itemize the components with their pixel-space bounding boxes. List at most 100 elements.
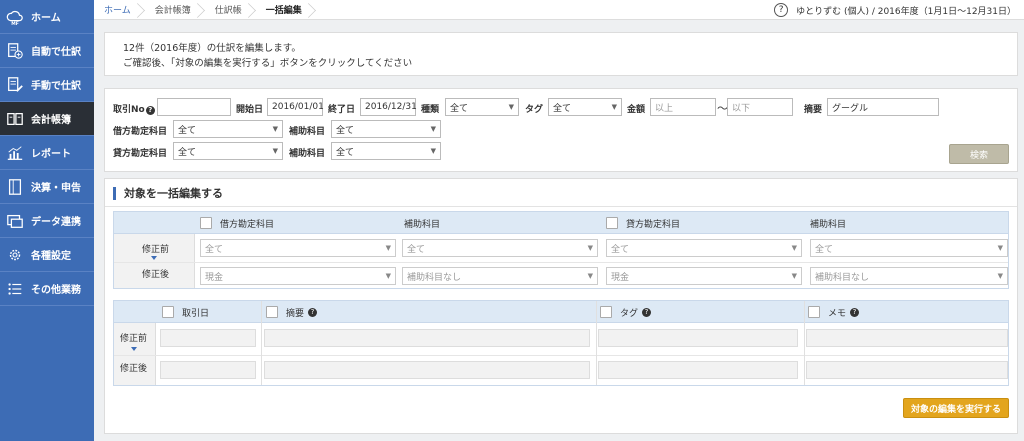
- chevron-down-icon: ▼: [791, 272, 797, 280]
- sidebar-item-ledger[interactable]: 会計帳簿: [0, 102, 94, 136]
- tag-select[interactable]: 全て ▼: [548, 98, 622, 116]
- start-date-input[interactable]: 2016/01/01: [267, 98, 324, 116]
- chevron-down-icon: ▼: [587, 272, 593, 280]
- breadcrumb-current: 一括編集: [256, 0, 316, 20]
- sidebar-item-home[interactable]: MF ホーム: [0, 0, 94, 34]
- chevron-down-icon: ▼: [272, 147, 278, 155]
- sidebar-item-manual-journal[interactable]: 手動で仕訳: [0, 68, 94, 102]
- debit-account-after-select[interactable]: 現金 ▼: [200, 267, 396, 285]
- header-label: 摘要: [286, 308, 305, 319]
- sidebar-item-label: 手動で仕訳: [31, 81, 81, 92]
- breadcrumb-journal[interactable]: 仕訳帳: [205, 0, 256, 20]
- row-label-after: 修正後: [120, 364, 148, 374]
- header-label: メモ: [828, 308, 847, 319]
- data-link-icon: [5, 211, 25, 231]
- credit-account-header: 貸方勘定科目: [606, 212, 680, 234]
- sidebar-item-other[interactable]: その他業務: [0, 272, 94, 306]
- summary-after-field[interactable]: [264, 361, 590, 379]
- execute-bulk-edit-button[interactable]: 対象の編集を実行する: [903, 398, 1009, 418]
- memo-after-field[interactable]: [806, 361, 1008, 379]
- end-date-label: 終了日: [328, 105, 356, 115]
- help-icon[interactable]: ?: [850, 307, 860, 317]
- top-bar: ホーム 会計帳簿 仕訳帳 一括編集 ? ゆとりずむ (個人) / 2016年度（…: [94, 0, 1024, 20]
- debit-account-label: 借方勘定科目: [113, 127, 168, 137]
- sidebar-item-data-link[interactable]: データ連携: [0, 204, 94, 238]
- chevron-down-icon: ▼: [272, 125, 278, 133]
- chevron-down-icon: ▼: [587, 244, 593, 252]
- divider: [114, 262, 1008, 263]
- date-header: 取引日: [162, 301, 209, 323]
- debit-sub-select[interactable]: 全て ▼: [331, 120, 441, 138]
- sidebar-item-label: その他業務: [31, 285, 81, 296]
- section-title: 対象を一括編集する: [113, 187, 223, 200]
- grid-header: [114, 301, 1008, 323]
- memo-header: メモ?: [808, 301, 860, 323]
- help-icon[interactable]: ?: [642, 307, 652, 317]
- sidebar-item-auto-journal[interactable]: 自動で仕訳: [0, 34, 94, 68]
- header-label: 取引日: [182, 308, 210, 319]
- debit-sub-after-select[interactable]: 補助科目なし ▼: [402, 267, 598, 285]
- credit-account-checkbox[interactable]: [606, 217, 618, 229]
- credit-account-before-select: 全て ▼: [606, 239, 802, 257]
- tag-checkbox[interactable]: [600, 306, 612, 318]
- chevron-down-icon: ▼: [385, 272, 391, 280]
- cloud-mf-icon: MF: [5, 7, 25, 27]
- gear-icon: [5, 245, 25, 265]
- memo-checkbox[interactable]: [808, 306, 820, 318]
- sidebar-item-report[interactable]: レポート: [0, 136, 94, 170]
- date-before-field: [160, 329, 256, 347]
- credit-sub-header: 補助科目: [810, 212, 846, 234]
- help-icon[interactable]: ?: [774, 3, 789, 17]
- chevron-down-icon: ▼: [430, 147, 436, 155]
- tag-label: タグ: [525, 105, 544, 115]
- summary-checkbox[interactable]: [266, 306, 278, 318]
- debit-account-before-select: 全て ▼: [200, 239, 396, 257]
- breadcrumb-ledger[interactable]: 会計帳簿: [145, 0, 205, 20]
- debit-account-select[interactable]: 全て ▼: [173, 120, 283, 138]
- chevron-down-icon: ▼: [508, 103, 514, 111]
- account-edit-grid: 借方勘定科目 補助科目 貸方勘定科目 補助科目 修正前 修正後 全て ▼ 全て ▼ …: [113, 211, 1009, 289]
- chevron-down-icon: ▼: [385, 244, 391, 252]
- row-label-after: 修正後: [142, 270, 170, 280]
- date-after-field[interactable]: [160, 361, 256, 379]
- chevron-down-icon: ▼: [430, 125, 436, 133]
- credit-sub-after-select[interactable]: 補助科目なし ▼: [810, 267, 1008, 285]
- date-checkbox[interactable]: [162, 306, 174, 318]
- sidebar-item-label: データ連携: [31, 217, 81, 228]
- kind-select[interactable]: 全て ▼: [445, 98, 519, 116]
- entry-no-input[interactable]: [157, 98, 231, 116]
- help-icon[interactable]: ?: [145, 105, 155, 115]
- sidebar-item-label: 会計帳簿: [31, 115, 71, 126]
- tag-header: タグ?: [600, 301, 652, 323]
- chevron-down-icon: ▼: [791, 244, 797, 252]
- memo-before-field: [806, 329, 1008, 347]
- debit-account-checkbox[interactable]: [200, 217, 212, 229]
- help-icon[interactable]: ?: [308, 307, 318, 317]
- sidebar-item-closing[interactable]: 決算・申告: [0, 170, 94, 204]
- credit-account-label: 貸方勘定科目: [113, 149, 168, 159]
- summary-label: 摘要: [804, 105, 823, 115]
- start-date-label: 開始日: [236, 105, 264, 115]
- amount-label: 金額: [627, 105, 646, 115]
- credit-sub-select[interactable]: 全て ▼: [331, 142, 441, 160]
- doc-add-icon: [5, 41, 25, 61]
- arrow-down-icon: [131, 347, 137, 351]
- sidebar-item-settings[interactable]: 各種設定: [0, 238, 94, 272]
- field-edit-grid: 取引日 摘要? タグ? メモ? 修正前 修正後: [113, 300, 1009, 386]
- breadcrumb-home[interactable]: ホーム: [94, 0, 145, 20]
- divider: [105, 206, 1017, 207]
- amount-max-input[interactable]: 以下: [727, 98, 793, 116]
- chevron-down-icon: ▼: [997, 244, 1003, 252]
- amount-min-input[interactable]: 以上: [650, 98, 716, 116]
- divider: [261, 301, 262, 385]
- search-button[interactable]: 検索: [949, 144, 1009, 164]
- credit-account-select[interactable]: 全て ▼: [173, 142, 283, 160]
- end-date-input[interactable]: 2016/12/31: [360, 98, 417, 116]
- credit-account-after-select[interactable]: 現金 ▼: [606, 267, 802, 285]
- summary-input[interactable]: グーグル: [827, 98, 939, 116]
- user-label[interactable]: ゆとりずむ (個人) / 2016年度（1月1日〜12月31日）: [796, 4, 1016, 17]
- list-icon: [5, 279, 25, 299]
- credit-sub-before-select: 全て ▼: [810, 239, 1008, 257]
- tag-after-field[interactable]: [598, 361, 798, 379]
- search-panel: 取引No? 開始日 2016/01/01 終了日 2016/12/31 種類 全…: [104, 88, 1018, 172]
